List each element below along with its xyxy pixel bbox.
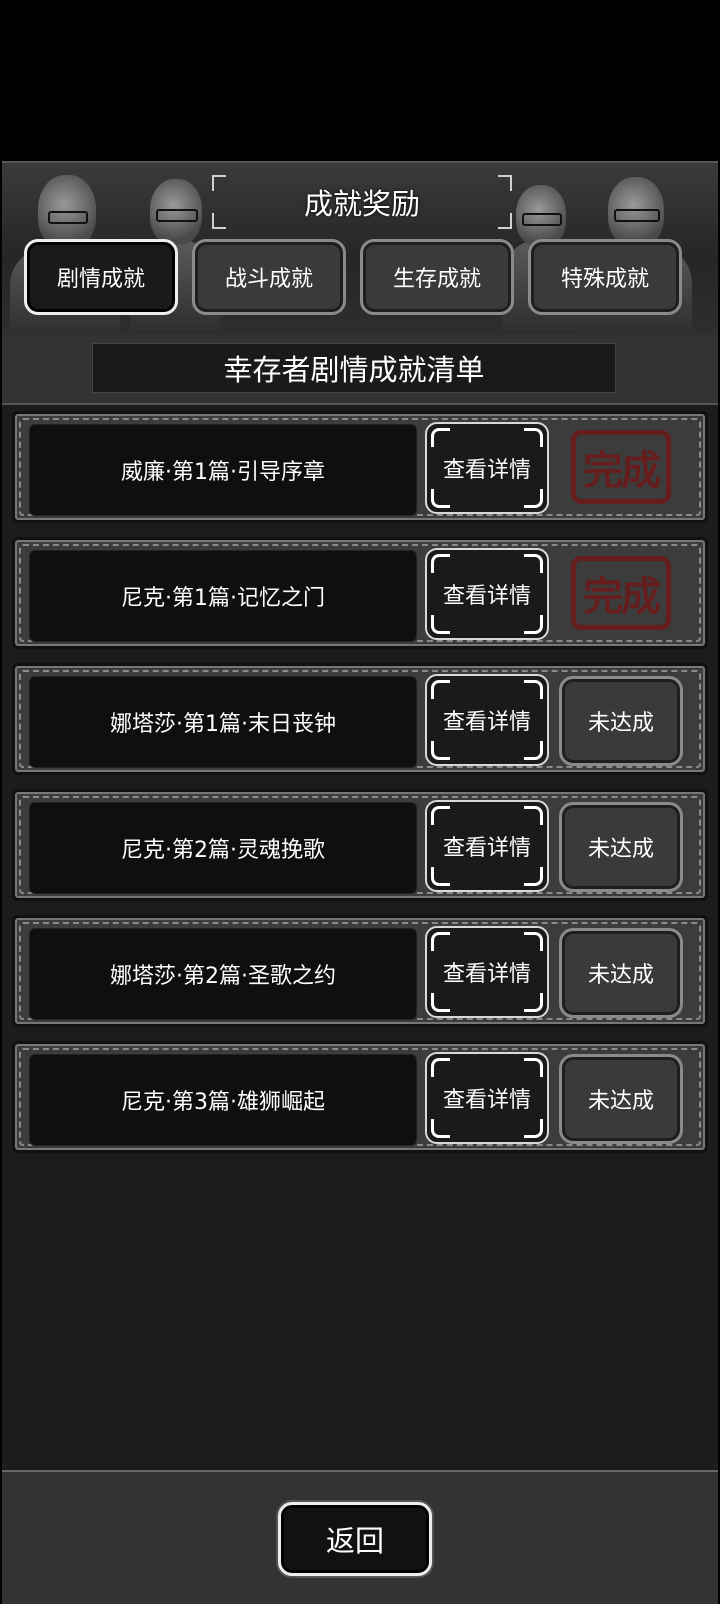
tab-special[interactable]: 特殊成就 [528, 239, 682, 315]
title-frame: 成就奖励 [212, 175, 512, 229]
not-achieved-button[interactable]: 未达成 [559, 1054, 683, 1144]
achievement-row: 娜塔莎·第2篇·圣歌之约 查看详情 未达成 [12, 915, 708, 1027]
view-details-label: 查看详情 [442, 962, 531, 987]
achievement-name: 娜塔莎·第1篇·末日丧钟 [29, 676, 417, 768]
page-title: 成就奖励 [303, 187, 420, 221]
back-button[interactable]: 返回 [278, 1502, 432, 1576]
completed-stamp: 完成 [571, 556, 671, 630]
view-details-button[interactable]: 查看详情 [425, 1052, 549, 1144]
view-details-label: 查看详情 [442, 584, 531, 609]
category-tabs: 剧情成就 战斗成就 生存成就 特殊成就 [24, 239, 704, 319]
view-details-label: 查看详情 [442, 710, 531, 735]
view-details-button[interactable]: 查看详情 [425, 800, 549, 892]
not-achieved-button[interactable]: 未达成 [559, 676, 683, 766]
completed-stamp: 完成 [571, 430, 671, 504]
view-details-button[interactable]: 查看详情 [425, 548, 549, 640]
not-achieved-button[interactable]: 未达成 [559, 802, 683, 892]
view-details-label: 查看详情 [442, 458, 531, 483]
view-details-button[interactable]: 查看详情 [425, 674, 549, 766]
view-details-button[interactable]: 查看详情 [425, 422, 549, 514]
achievement-row: 尼克·第1篇·记忆之门 查看详情 完成 [12, 537, 708, 649]
achievement-name: 尼克·第2篇·灵魂挽歌 [29, 802, 417, 894]
achievement-row: 威廉·第1篇·引导序章 查看详情 完成 [12, 411, 708, 523]
view-details-button[interactable]: 查看详情 [425, 926, 549, 1018]
tab-story[interactable]: 剧情成就 [24, 239, 178, 315]
achievement-panel: 成就奖励 剧情成就 战斗成就 生存成就 特殊成就 幸存者剧情成就清单 威廉·第1… [2, 161, 718, 1604]
header-banner: 成就奖励 剧情成就 战斗成就 生存成就 特殊成就 [2, 163, 718, 337]
not-achieved-button[interactable]: 未达成 [559, 928, 683, 1018]
list-title-bar: 幸存者剧情成就清单 [2, 335, 718, 405]
view-details-label: 查看详情 [442, 836, 531, 861]
tab-combat[interactable]: 战斗成就 [192, 239, 346, 315]
achievement-row: 尼克·第2篇·灵魂挽歌 查看详情 未达成 [12, 789, 708, 901]
tab-survival[interactable]: 生存成就 [360, 239, 514, 315]
list-title: 幸存者剧情成就清单 [92, 343, 616, 393]
achievement-name: 尼克·第3篇·雄狮崛起 [29, 1054, 417, 1146]
achievement-name: 尼克·第1篇·记忆之门 [29, 550, 417, 642]
achievement-row: 娜塔莎·第1篇·末日丧钟 查看详情 未达成 [12, 663, 708, 775]
view-details-label: 查看详情 [442, 1088, 531, 1113]
achievement-row: 尼克·第3篇·雄狮崛起 查看详情 未达成 [12, 1041, 708, 1153]
footer-bar: 返回 [2, 1470, 718, 1604]
achievement-name: 威廉·第1篇·引导序章 [29, 424, 417, 516]
achievement-name: 娜塔莎·第2篇·圣歌之约 [29, 928, 417, 1020]
